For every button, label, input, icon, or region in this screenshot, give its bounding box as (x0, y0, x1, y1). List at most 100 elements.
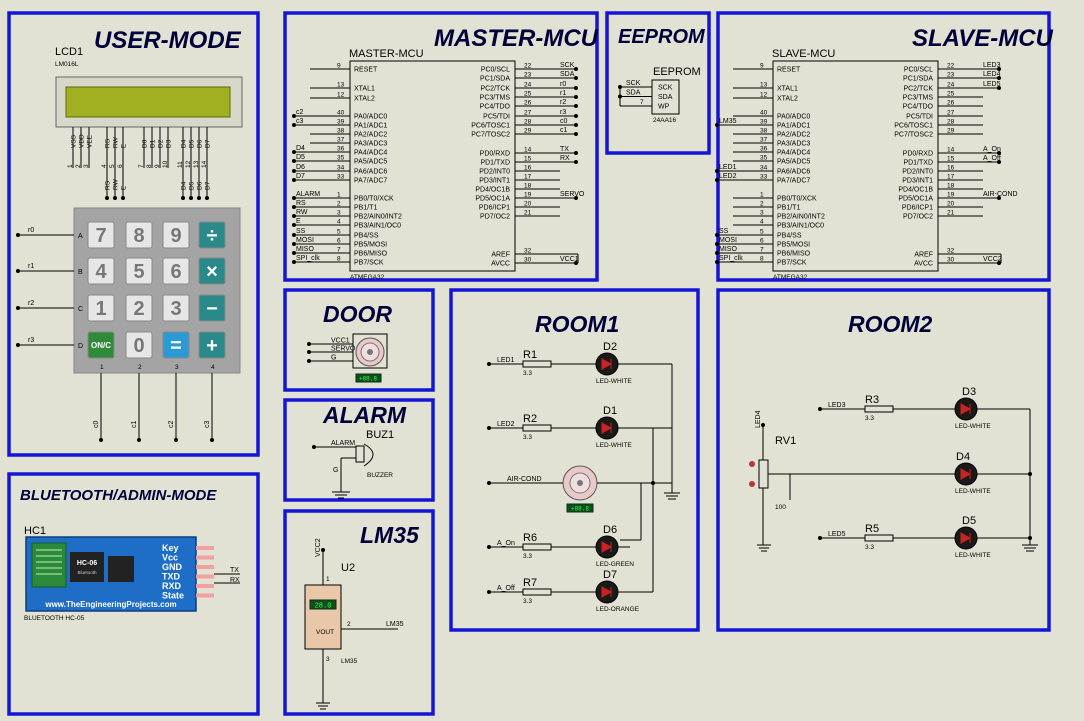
room2-resistor[interactable] (864, 405, 894, 413)
master-net-dot (574, 151, 578, 155)
room2-title: ROOM2 (848, 311, 933, 337)
lcd-pin-number: 7 (138, 164, 145, 168)
lcd-net-label: D7 (205, 181, 212, 190)
hc-pin-label: Key (162, 543, 179, 553)
lm35-body (304, 584, 342, 650)
master-pin-number: 4 (337, 219, 341, 226)
lm35-vcc-net: VCC2 (315, 538, 322, 557)
room1-led-type: LED-WHITE (596, 442, 632, 449)
slave-pin-label: PC5/TDI (906, 114, 933, 121)
slave-pin-label: PA3/ADC3 (777, 141, 810, 148)
slave-pin-number: 21 (947, 210, 955, 217)
keypad-row-dot (16, 233, 20, 237)
eeprom-net-label: SCK (626, 80, 641, 87)
slave-pin-label: PA2/ADC2 (777, 132, 810, 139)
keypad-key-label: 8 (133, 225, 144, 247)
master-pin-label: AREF (491, 252, 510, 259)
room1-resistor[interactable] (522, 424, 552, 432)
keypad-key-label: 3 (170, 298, 181, 320)
slave-net-label: LED2 (719, 173, 737, 180)
lcd-pin-number: 6 (117, 164, 124, 168)
master-pin-label: AVCC (491, 261, 510, 268)
room2-led-type: LED-WHITE (955, 423, 991, 430)
lcd-net-dot (105, 196, 109, 200)
lcd-pin-label: D5 (189, 139, 196, 148)
room2-res-ref: R5 (865, 523, 879, 535)
room1-resistor[interactable] (522, 543, 552, 551)
slave-pin-label: PB5/MOSI (777, 242, 810, 249)
slave-pin-number: 32 (947, 248, 955, 255)
master-net-dot (574, 76, 578, 80)
master-net-dot (574, 132, 578, 136)
slave-pin-label: PC6/TOSC1 (894, 123, 933, 130)
master-pin-label: RESET (354, 67, 378, 74)
master-net-dot (574, 104, 578, 108)
door-title: DOOR (323, 301, 392, 327)
keypad-col-dot (210, 438, 214, 442)
slave-net-label: LED5 (983, 81, 1001, 88)
keypad-key-label: ON/C (91, 341, 111, 350)
slave-pin-number: 24 (947, 82, 955, 89)
keypad-col-net: c0 (93, 421, 100, 429)
slave-pin-label: PB4/SS (777, 233, 802, 240)
eeprom-part: 24AA16 (653, 117, 677, 124)
keypad-row-dot (16, 306, 20, 310)
lcd-pin-label: D7 (205, 139, 212, 148)
master-pin-number: 40 (337, 110, 345, 117)
door-servo[interactable]: +88.8 (352, 333, 388, 383)
room2-res-value: 3.3 (865, 415, 874, 422)
master-net-label: SERVO (560, 191, 585, 198)
master-pin-number: 26 (524, 100, 532, 107)
slave-pin-number: 14 (947, 147, 955, 154)
hc-pin-label: GND (162, 562, 183, 572)
lm35-pin1: 1 (326, 576, 330, 583)
room2-led-ref: D4 (956, 451, 970, 463)
slave-pin-number: 6 (760, 238, 764, 245)
hc-pin-label: TXD (162, 572, 181, 582)
room2-resistor[interactable] (864, 534, 894, 542)
room1-resistor[interactable] (522, 588, 552, 596)
slave-net-label: LED3 (983, 62, 1001, 69)
lcd-module[interactable]: LCD1 LM016L (55, 46, 243, 128)
keypad-key-label: × (206, 261, 218, 283)
buzzer[interactable] (355, 443, 374, 467)
room1-resistor[interactable] (522, 360, 552, 368)
master-pin-label: PD7/OC2 (480, 214, 510, 221)
slave-pin-number: 33 (760, 174, 768, 181)
lcd-pin-label: VDD (79, 134, 86, 148)
slave-net-label: LED1 (719, 164, 737, 171)
lcd-pin-number: 2 (75, 164, 82, 168)
master-pin-label: PD5/OC1A (475, 196, 510, 203)
slave-pin-label: XTAL2 (777, 96, 798, 103)
master-net-label: VCC1 (560, 256, 579, 263)
potentiometer[interactable] (749, 459, 769, 489)
master-pin-label: PC1/SDA (480, 76, 510, 83)
master-pin-number: 20 (524, 201, 532, 208)
keypad-key-label: + (206, 335, 218, 357)
slave-pin-label: PA4/ADC4 (777, 150, 810, 157)
room1-led-ref: D2 (603, 341, 617, 353)
eeprom-pins: SCK SDA WP SCK SDA 7 (618, 80, 673, 111)
pot-btn-down[interactable] (749, 481, 755, 487)
master-pin-label: PA5/ADC5 (354, 159, 387, 166)
slave-pin-label: AVCC (914, 261, 933, 268)
eeprom-pin-label: SCK (658, 85, 673, 92)
master-net-label: E (296, 218, 301, 225)
master-net-label: c2 (296, 109, 304, 116)
room2-junction1 (1028, 472, 1032, 476)
lcd-part: LM016L (55, 61, 79, 68)
slave-pin-label: PD1/TXD (903, 160, 933, 167)
master-pin-label: PB0/T0/XCK (354, 196, 394, 203)
hc-ref: HC1 (24, 525, 46, 537)
master-pin-number: 17 (524, 174, 532, 181)
lm35-sensor[interactable]: 28.0 VOUT (304, 584, 342, 650)
slave-pin-number: 16 (947, 165, 955, 172)
master-pin-label: PB3/AIN1/OC0 (354, 223, 401, 230)
aircond-fan[interactable]: +88.8 (562, 465, 598, 513)
master-net-dot (574, 160, 578, 164)
pot-btn-up[interactable] (749, 461, 755, 467)
slave-pin-label: PB3/AIN1/OC0 (777, 223, 824, 230)
hc-pin-label: RXD (162, 581, 182, 591)
master-pin-label: PB6/MISO (354, 251, 388, 258)
slave-pin-number: 39 (760, 119, 768, 126)
